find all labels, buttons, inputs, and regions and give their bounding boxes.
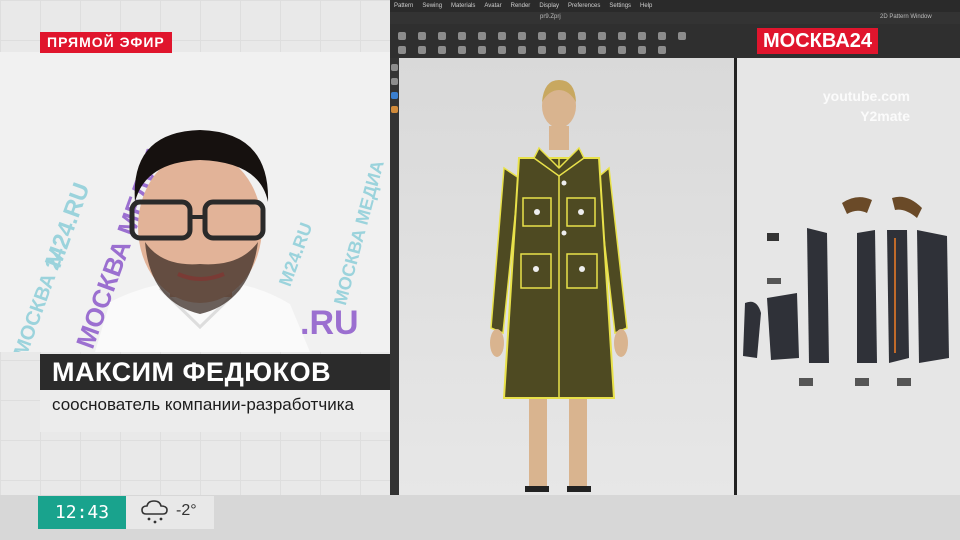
tool-icon[interactable] bbox=[658, 32, 666, 40]
weather-widget: -2° bbox=[126, 496, 214, 529]
tool-icon[interactable] bbox=[638, 32, 646, 40]
tool-icon[interactable] bbox=[438, 46, 446, 54]
tool-icon[interactable] bbox=[478, 32, 486, 40]
menu-display[interactable]: Display bbox=[539, 3, 559, 9]
tool-icon[interactable] bbox=[518, 46, 526, 54]
tool-icon[interactable] bbox=[391, 64, 398, 71]
tool-icon[interactable] bbox=[518, 32, 526, 40]
watermark-line: youtube.com bbox=[822, 88, 910, 104]
tool-icon[interactable] bbox=[458, 46, 466, 54]
menu-help[interactable]: Help bbox=[640, 3, 652, 9]
speaker-name: МАКСИМ ФЕДЮКОВ bbox=[40, 354, 390, 390]
tool-icon[interactable] bbox=[658, 46, 666, 54]
temperature: -2° bbox=[176, 502, 197, 519]
tool-icon[interactable] bbox=[438, 32, 446, 40]
snow-cloud-icon bbox=[141, 500, 168, 524]
tool-icon[interactable] bbox=[598, 32, 606, 40]
tool-icon[interactable] bbox=[391, 106, 398, 113]
tool-icon[interactable] bbox=[498, 32, 506, 40]
clock: 12:43 bbox=[38, 496, 126, 529]
menu-render[interactable]: Render bbox=[511, 3, 531, 9]
viewport-side-toolbar bbox=[390, 58, 399, 495]
cad-app-window: Pattern Sewing Materials Avatar Render D… bbox=[390, 0, 960, 495]
tool-icon[interactable] bbox=[538, 32, 546, 40]
tool-icon[interactable] bbox=[458, 32, 466, 40]
tool-icon[interactable] bbox=[678, 32, 686, 40]
tab-3d-garment[interactable]: pr9.Zprj bbox=[540, 14, 561, 20]
tool-icon[interactable] bbox=[498, 46, 506, 54]
menu-materials[interactable]: Materials bbox=[451, 3, 475, 9]
tool-icon[interactable] bbox=[418, 32, 426, 40]
tool-icon[interactable] bbox=[638, 46, 646, 54]
3d-garment-viewport[interactable] bbox=[399, 58, 734, 495]
tool-icon[interactable] bbox=[418, 46, 426, 54]
tool-icon[interactable] bbox=[538, 46, 546, 54]
menu-settings[interactable]: Settings bbox=[609, 3, 631, 9]
tool-icon[interactable] bbox=[578, 46, 586, 54]
tool-icon[interactable] bbox=[578, 32, 586, 40]
watermark-line: Y2mate bbox=[860, 108, 910, 124]
menu-preferences[interactable]: Preferences bbox=[568, 3, 600, 9]
tool-icon[interactable] bbox=[478, 46, 486, 54]
menu-pattern[interactable]: Pattern bbox=[394, 3, 413, 9]
tool-icon[interactable] bbox=[391, 78, 398, 85]
tool-icon[interactable] bbox=[598, 46, 606, 54]
guest-video: M24.RU МОСКВА МЕДИА МОСКВА 24 M24.RU МОС… bbox=[0, 52, 390, 352]
tool-icon[interactable] bbox=[618, 32, 626, 40]
menu-bar: Pattern Sewing Materials Avatar Render D… bbox=[390, 0, 960, 12]
channel-logo: МОСКВА24 bbox=[757, 28, 879, 54]
menu-avatar[interactable]: Avatar bbox=[484, 3, 501, 9]
tool-icon[interactable] bbox=[558, 32, 566, 40]
tool-icon[interactable] bbox=[558, 46, 566, 54]
speaker-video-image bbox=[95, 130, 310, 352]
source-watermark: youtube.com Y2mate bbox=[823, 86, 910, 126]
tool-icon[interactable] bbox=[398, 32, 406, 40]
document-tab-bar: pr9.Zprj 2D Pattern Window bbox=[390, 12, 960, 24]
tool-icon[interactable] bbox=[391, 92, 398, 99]
tool-icon[interactable] bbox=[398, 46, 406, 54]
live-badge: ПРЯМОЙ ЭФИР bbox=[40, 32, 172, 53]
tool-icon[interactable] bbox=[618, 46, 626, 54]
menu-sewing[interactable]: Sewing bbox=[422, 3, 442, 9]
avatar-coat-render bbox=[490, 80, 628, 492]
tab-2d-pattern[interactable]: 2D Pattern Window bbox=[880, 14, 932, 20]
